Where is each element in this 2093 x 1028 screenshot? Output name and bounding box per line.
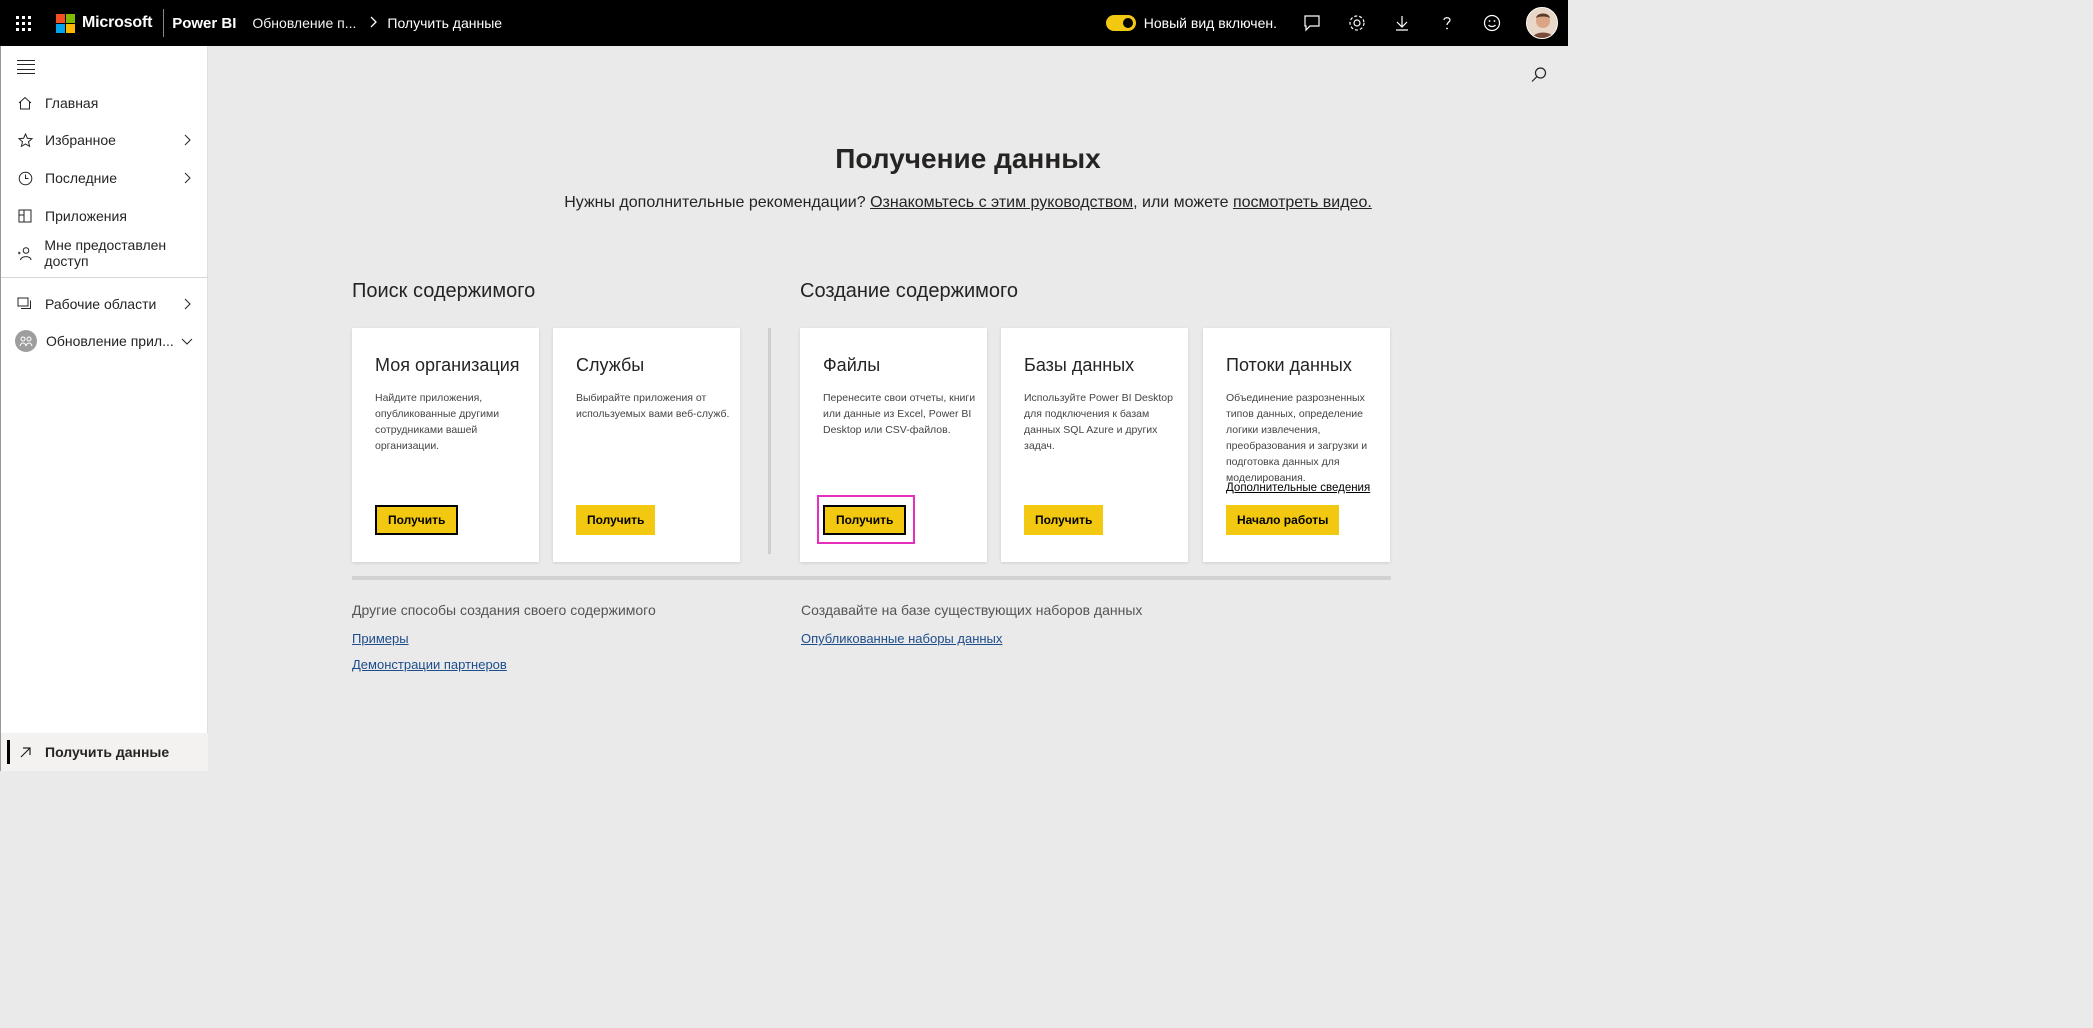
top-right-actions: Новый вид включен. [1105,0,1568,46]
waffle-icon [15,15,31,31]
get-organization-button[interactable]: Получить [375,505,459,535]
sidebar-item-favorites[interactable]: Избранное [1,122,208,158]
card-title: Файлы [823,355,881,375]
card-databases: Базы данных Используйте Power BI Desktop… [1001,328,1188,562]
hero-subtitle: Нужны дополнительные рекомендации? Ознак… [208,194,1728,212]
card-title: Моя организация [375,355,520,375]
search-icon [1531,67,1547,82]
new-view-label: Новый вид включен. [1143,15,1277,31]
card-description: Выбирайте приложения от используемых вам… [576,392,730,420]
sidebar-item-label: Обновление прил... [46,333,174,349]
smiley-feedback-button[interactable] [1469,0,1514,46]
section-divider [768,328,771,554]
get-databases-button[interactable]: Получить [1024,505,1104,535]
horizontal-divider [352,576,1391,580]
page-title: Получение данных [835,143,1101,174]
active-indicator [7,740,10,764]
card-description: Объединение разрозненных типов данных, о… [1226,392,1368,484]
smiley-icon [1483,14,1500,32]
chat-icon [1303,15,1320,32]
learn-more-link[interactable]: Дополнительные сведения [1226,482,1370,494]
workspace-avatar-icon [15,330,37,352]
microsoft-logo-icon [56,13,75,33]
sidebar-item-recent[interactable]: Последние [1,160,208,196]
card-description: Используйте Power BI Desktop для подключ… [1024,392,1173,452]
sidebar-item-label: Мне предоставлен доступ [44,237,167,269]
app-launcher-button[interactable] [0,0,46,46]
home-icon [17,95,33,111]
help-icon [1442,17,1451,30]
arrow-up-right-icon [17,744,33,760]
discover-section-title: Поиск содержимого [352,280,536,302]
avatar-icon [1527,8,1557,38]
card-my-organization: Моя организация Найдите приложения, опуб… [352,328,539,562]
breadcrumb-chevron-icon [370,16,378,31]
brand-divider [163,9,165,37]
chevron-right-icon [184,298,191,310]
card-description: Перенесите свои отчеты, книги или данные… [823,392,976,436]
card-dataflows: Потоки данных Объединение разрозненных т… [1203,328,1390,562]
user-avatar[interactable] [1526,7,1558,39]
star-icon [17,132,33,148]
workspaces-icon [17,296,33,312]
search-button[interactable] [1530,66,1548,84]
download-icon [1395,16,1408,31]
sidebar-item-home[interactable]: Главная [1,85,208,121]
settings-button[interactable] [1334,0,1379,46]
chevron-right-icon [184,134,191,146]
new-view-toggle[interactable] [1105,15,1136,31]
sidebar-item-label: Получить данные [45,744,170,760]
sidebar-item-current-workspace[interactable]: Обновление прил... [1,323,208,359]
clock-icon [17,170,33,186]
guide-link[interactable]: Ознакомьтесь с этим руководством [870,194,1133,211]
main-content: Получение данных Нужны дополнительные ре… [208,46,1566,768]
create-section-title: Создание содержимого [800,280,1018,302]
card-services: Службы Выбирайте приложения от используе… [553,328,740,562]
sidebar-item-label: Последние [45,170,118,186]
product-name[interactable]: Power BI [172,15,236,32]
top-bar: Microsoft Power BI Обновление п... Получ… [0,0,1568,46]
microsoft-logo[interactable]: Microsoft [56,13,153,33]
sidebar-item-shared[interactable]: Мне предоставлен доступ [1,235,208,271]
card-title: Базы данных [1024,355,1135,375]
breadcrumb-workspace[interactable]: Обновление п... [252,15,356,31]
video-link[interactable]: посмотреть видео. [1233,194,1372,211]
card-description: Найдите приложения, опубликованные други… [375,392,500,452]
get-files-button[interactable]: Получить [823,505,907,535]
breadcrumb-current: Получить данные [387,15,503,31]
shared-icon [17,245,32,261]
download-button[interactable] [1379,0,1424,46]
samples-link[interactable]: Примеры [352,631,409,646]
sidebar-divider [1,277,208,278]
gear-icon [1348,15,1365,31]
left-nav: Главная Избранное Последние Приложения М… [0,46,208,771]
hamburger-menu-icon[interactable] [17,60,35,74]
sidebar-item-get-data[interactable]: Получить данные [1,733,208,771]
brand-name: Microsoft [82,14,153,31]
other-ways-title: Другие способы создания своего содержимо… [352,602,656,618]
help-button[interactable] [1424,0,1469,46]
chevron-right-icon [184,172,191,184]
sidebar-item-label: Приложения [45,208,127,224]
sidebar-item-apps[interactable]: Приложения [1,198,208,234]
sidebar-item-workspaces[interactable]: Рабочие области [1,286,208,322]
subtitle-mid: , или можете [1133,194,1229,211]
published-datasets-link[interactable]: Опубликованные наборы данных [801,631,1002,646]
subtitle-prefix: Нужны дополнительные рекомендации? [564,194,866,211]
card-files: Файлы Перенесите свои отчеты, книги или … [800,328,987,562]
card-title: Потоки данных [1226,355,1352,375]
existing-datasets-title: Создавайте на базе существующих наборов … [801,602,1143,618]
sidebar-item-label: Главная [45,95,99,111]
chevron-down-icon [181,338,193,345]
get-services-button[interactable]: Получить [576,505,656,535]
sidebar-item-label: Рабочие области [45,296,157,312]
sidebar-item-label: Избранное [45,132,116,148]
apps-icon [17,208,33,224]
get-started-button[interactable]: Начало работы [1226,505,1340,535]
card-title: Службы [576,355,645,375]
partner-demos-link[interactable]: Демонстрации партнеров [352,657,507,672]
feedback-button[interactable] [1289,0,1334,46]
